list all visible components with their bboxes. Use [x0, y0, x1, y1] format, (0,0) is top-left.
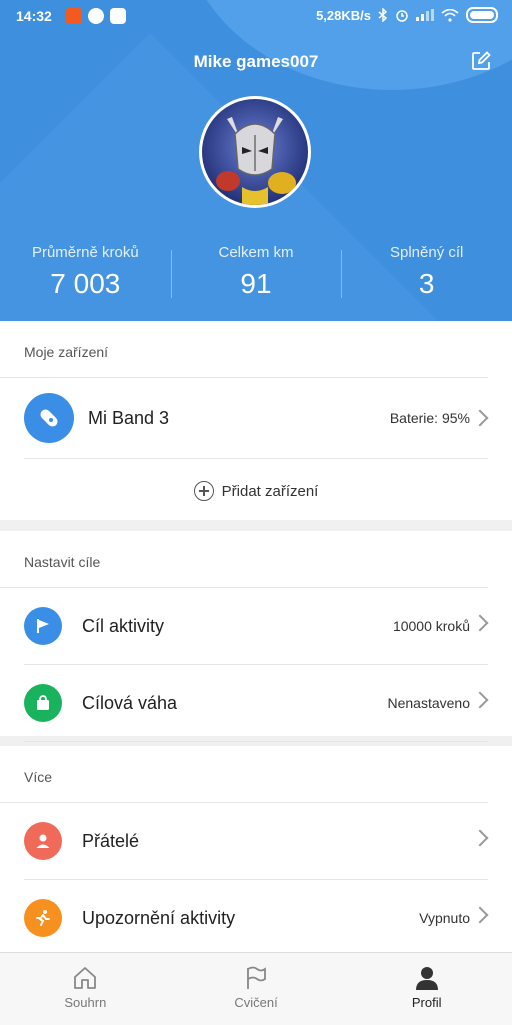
- chevron-right-icon: [471, 691, 489, 709]
- friends-row[interactable]: Přátelé: [24, 803, 489, 880]
- stat-label: Celkem km: [218, 244, 294, 261]
- add-device-label: Přidat zařízení: [221, 482, 319, 500]
- devices-section-title: Moje zařízení: [0, 321, 488, 378]
- plus-circle-icon: [193, 481, 214, 501]
- check-notification-icon: [88, 8, 104, 24]
- chevron-right-icon: [471, 906, 489, 924]
- status-bar: 14:32 5,28KB/s: [0, 0, 512, 32]
- wifi-icon: [441, 8, 459, 22]
- gamepad-notification-icon: [110, 8, 126, 24]
- chevron-right-icon: [471, 409, 489, 427]
- alarm-icon: [396, 10, 408, 22]
- flag-icon: [247, 966, 266, 989]
- bluetooth-icon: [378, 8, 388, 22]
- profile-stats: Průměrně kroků 7 003 Celkem km 91 Splněn…: [0, 244, 512, 300]
- home-icon: [74, 967, 97, 989]
- tab-workout[interactable]: Cvičení: [171, 953, 342, 1025]
- stat-label: Průměrně kroků: [31, 244, 139, 261]
- person-icon: [415, 967, 438, 990]
- activity-goal-label: Cíl aktivity: [82, 615, 165, 636]
- more-section: Více Přátelé Upozornění aktivity Vypnuto: [0, 746, 512, 957]
- bottom-navigation: Souhrn Cvičení Profil: [0, 952, 512, 1025]
- stat-average-steps: Průměrně kroků 7 003: [0, 244, 171, 300]
- profile-username: Mike games007: [193, 52, 319, 71]
- app-notification-icon: [66, 8, 82, 24]
- edit-icon[interactable]: [470, 50, 492, 72]
- tab-profile[interactable]: Profil: [341, 953, 512, 1025]
- weight-bag-icon: [24, 684, 62, 722]
- flag-icon: [24, 607, 62, 645]
- chevron-right-icon: [471, 614, 489, 632]
- weight-goal-row[interactable]: Cílová váha Nenastaveno: [24, 665, 489, 742]
- stat-value: 3: [418, 268, 435, 299]
- device-row[interactable]: Mi Band 3 Baterie: 95%: [24, 378, 489, 459]
- band-icon: [24, 393, 74, 443]
- signal-icon: [416, 9, 434, 21]
- activity-goal-value: 10000 kroků: [392, 618, 470, 634]
- status-right: 5,28KB/s: [316, 7, 498, 23]
- stat-value: 7 003: [50, 268, 121, 299]
- stat-label: Splněný cíl: [389, 244, 464, 261]
- goals-section: Nastavit cíle Cíl aktivity 10000 kroků C…: [0, 531, 512, 742]
- activity-alert-value: Vypnuto: [419, 910, 470, 926]
- friends-label: Přátelé: [82, 830, 140, 851]
- weight-goal-label: Cílová váha: [82, 692, 178, 713]
- device-name: Mi Band 3: [88, 407, 170, 428]
- devices-section: Moje zařízení Mi Band 3 Baterie: 95% Při…: [0, 321, 512, 520]
- tab-label: Profil: [411, 995, 442, 1010]
- friends-icon: [24, 822, 62, 860]
- notification-icons: [66, 8, 126, 24]
- status-time: 14:32: [16, 8, 52, 24]
- stat-value: 91: [240, 268, 272, 299]
- chevron-right-icon: [471, 829, 489, 847]
- avatar-illustration: [202, 99, 308, 205]
- activity-alert-label: Upozornění aktivity: [82, 907, 236, 928]
- profile-avatar[interactable]: [199, 96, 311, 208]
- avatar-image: [202, 99, 308, 205]
- running-icon: [24, 899, 62, 937]
- more-section-title: Více: [0, 746, 488, 803]
- device-battery: Baterie: 95%: [389, 410, 470, 426]
- weight-goal-value: Nenastaveno: [387, 695, 470, 711]
- tab-label: Cvičení: [234, 995, 278, 1010]
- activity-alert-row[interactable]: Upozornění aktivity Vypnuto: [24, 880, 489, 957]
- tab-label: Souhrn: [64, 995, 107, 1010]
- network-speed: 5,28KB/s: [316, 7, 371, 23]
- battery-icon: [466, 7, 498, 23]
- tab-summary[interactable]: Souhrn: [0, 953, 171, 1025]
- goals-section-title: Nastavit cíle: [0, 531, 488, 588]
- activity-goal-row[interactable]: Cíl aktivity 10000 kroků: [24, 588, 489, 665]
- stat-total-km: Celkem km 91: [170, 244, 342, 300]
- stat-goals-met: Splněný cíl 3: [341, 244, 512, 300]
- add-device-button[interactable]: Přidat zařízení: [0, 459, 512, 523]
